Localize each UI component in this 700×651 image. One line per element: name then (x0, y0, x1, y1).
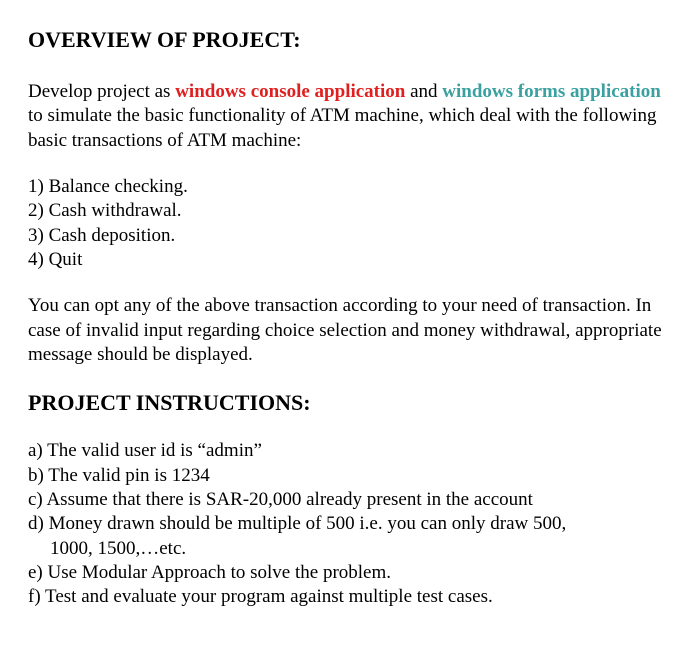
note-paragraph: You can opt any of the above transaction… (28, 294, 672, 367)
overview-heading: OVERVIEW OF PROJECT: (28, 26, 672, 54)
instructions-heading: PROJECT INSTRUCTIONS: (28, 389, 672, 417)
instruction-f: f) Test and evaluate your program agains… (28, 585, 672, 609)
intro-text-1: Develop project as (28, 81, 175, 102)
intro-text-3: to simulate the basic functionality of A… (28, 105, 656, 150)
transaction-item-4: 4) Quit (28, 248, 672, 272)
transaction-item-3: 3) Cash deposition. (28, 224, 672, 248)
instruction-b: b) The valid pin is 1234 (28, 464, 672, 488)
transaction-item-2: 2) Cash withdrawal. (28, 199, 672, 223)
instruction-d-cont: 1000, 1500,…etc. (28, 537, 672, 561)
intro-red-text: windows console application (175, 81, 405, 102)
intro-teal-text: windows forms application (442, 81, 661, 102)
instructions-list: a) The valid user id is “admin” b) The v… (28, 439, 672, 609)
intro-text-2: and (405, 81, 442, 102)
instruction-c: c) Assume that there is SAR-20,000 alrea… (28, 488, 672, 512)
instruction-e: e) Use Modular Approach to solve the pro… (28, 561, 672, 585)
intro-paragraph: Develop project as windows console appli… (28, 80, 672, 153)
instruction-d: d) Money drawn should be multiple of 500… (28, 512, 672, 536)
transaction-item-1: 1) Balance checking. (28, 175, 672, 199)
instruction-a: a) The valid user id is “admin” (28, 439, 672, 463)
transactions-list: 1) Balance checking. 2) Cash withdrawal.… (28, 175, 672, 272)
